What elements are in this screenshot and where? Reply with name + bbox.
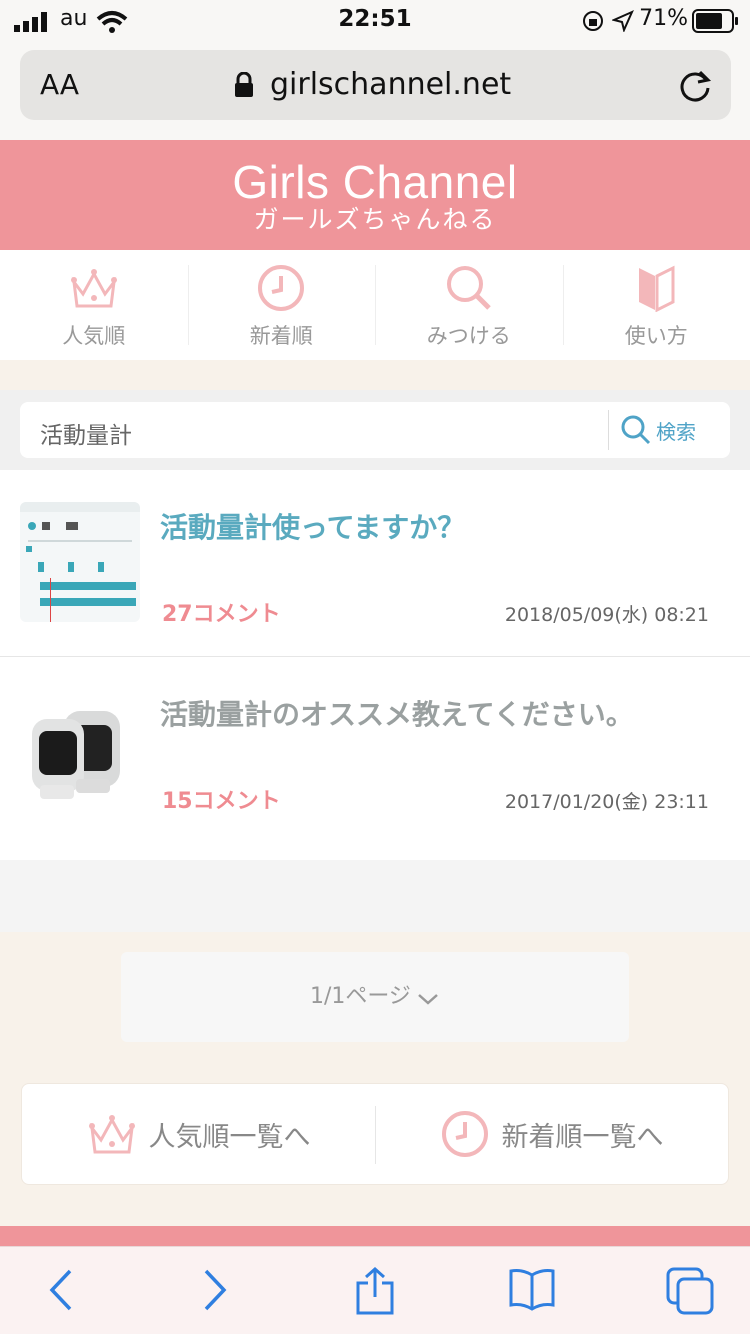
bookmarks-icon[interactable] [508,1267,556,1311]
list-links: 人気順一覧へ 新着順一覧へ [21,1083,729,1185]
list-item[interactable]: 活動量計のオススメ教えてください。 15コメント 2017/01/20(金) 2… [0,656,750,842]
site-logo-subtitle: ガールズちゃんねる [253,205,497,234]
result-list: 活動量計使ってますか？ 27コメント 2018/05/09(水) 08:21 活… [0,470,750,860]
nav-label: 人気順 [62,324,126,348]
location-icon [612,10,634,32]
clock-time: 22:51 [338,6,412,32]
site-logo[interactable]: Girls Channel [0,158,750,206]
reload-icon[interactable] [678,68,712,102]
clock-icon [258,265,305,311]
popular-list-label: 人気順一覧へ [148,1121,311,1153]
lock-icon [235,72,253,97]
search-button[interactable]: 検索 [620,412,696,448]
nav-item-howto[interactable]: 使い方 [562,250,750,360]
nav-label: 使い方 [624,324,688,348]
forward-icon[interactable] [200,1267,232,1313]
popular-list-link[interactable]: 人気順一覧へ [22,1084,375,1184]
nav-item-popular[interactable]: 人気順 [0,250,188,360]
post-date: 2018/05/09(水) 08:21 [504,604,709,626]
thumbnail-image[interactable] [20,689,140,809]
battery-icon [692,9,738,33]
battery-percent: 71% [639,6,688,31]
nav-label: 新着順 [249,324,313,348]
crown-icon [88,1115,135,1154]
search-divider [608,410,609,450]
site-header[interactable]: Girls Channel ガールズちゃんねる [0,140,750,250]
thumbnail-image[interactable] [20,502,140,622]
crown-icon [70,269,117,308]
newest-list-link[interactable]: 新着順一覧へ [375,1084,728,1184]
search-section: 活動量計 検索 [0,390,750,470]
chevron-down-icon [418,993,438,1005]
list-item[interactable]: 活動量計使ってますか？ 27コメント 2018/05/09(水) 08:21 [0,470,750,656]
rotation-lock-icon [583,11,603,31]
search-input[interactable]: 活動量計 検索 [20,402,730,458]
status-bar: au 22:51 71% [0,0,750,44]
nav-label: みつける [426,324,511,348]
footer-band [0,1226,750,1246]
address-bar[interactable]: AA girlschannel.net [20,50,731,120]
result-title[interactable]: 活動量計のオススメ教えてください。 [160,693,634,733]
smartwatch-photo [32,711,120,799]
browser-bottom-toolbar [0,1246,750,1334]
search-icon [446,266,491,310]
nav-item-new[interactable]: 新着順 [187,250,376,360]
page-label: 1/1ページ [309,984,411,1009]
browser-toolbar: AA girlschannel.net [0,44,750,140]
post-date: 2017/01/20(金) 23:11 [504,791,709,813]
url-text[interactable]: girlschannel.net [270,67,511,102]
comment-count: 27コメント [162,602,281,627]
spacer [0,860,750,932]
book-icon [639,265,675,313]
search-button-label: 検索 [656,419,696,444]
activity-app-screenshot [20,502,140,622]
share-icon[interactable] [354,1267,396,1315]
tabs-icon[interactable] [664,1267,716,1315]
search-icon [621,415,651,445]
search-query[interactable]: 活動量計 [40,416,132,450]
text-size-button[interactable]: AA [40,68,79,101]
comment-count: 15コメント [162,789,281,814]
page-selector[interactable]: 1/1ページ [121,952,629,1042]
back-icon[interactable] [44,1267,76,1313]
clock-icon [441,1111,488,1157]
result-title[interactable]: 活動量計使ってますか？ [160,506,465,546]
newest-list-label: 新着順一覧へ [501,1121,664,1153]
nav-item-find[interactable]: みつける [375,250,563,360]
main-nav: 人気順 新着順 みつける 使い方 [0,250,750,360]
